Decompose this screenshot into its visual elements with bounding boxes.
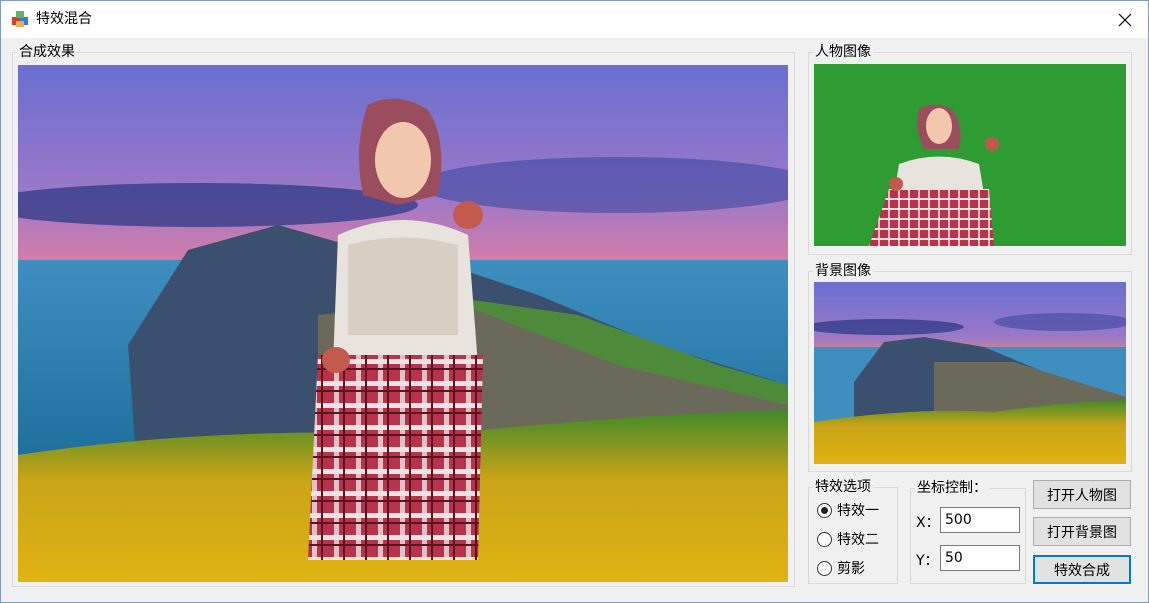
radio-effect-two[interactable]: 特效二: [817, 529, 879, 549]
x-input[interactable]: 500: [940, 507, 1020, 533]
radio-indicator-checked[interactable]: [817, 502, 832, 518]
window-title: 特效混合: [36, 11, 92, 27]
radio-label: 特效一: [837, 503, 879, 519]
y-input[interactable]: 50: [940, 545, 1020, 571]
composite-image: [18, 65, 788, 582]
radio-silhouette[interactable]: 剪影: [817, 558, 865, 578]
person-image: [814, 64, 1126, 246]
composite-group: 合成效果: [12, 43, 795, 587]
app-icon: [12, 11, 28, 27]
radio-indicator[interactable]: [817, 531, 832, 547]
x-label: X：: [916, 515, 940, 531]
radio-label: 剪影: [837, 561, 865, 577]
radio-effect-one[interactable]: 特效一: [817, 500, 879, 520]
close-icon: [1118, 13, 1132, 26]
person-label: 人物图像: [813, 43, 873, 61]
background-group: 背景图像: [808, 262, 1132, 472]
radio-label: 特效二: [837, 532, 879, 548]
radio-indicator[interactable]: [817, 560, 832, 576]
effects-group: 特效选项 特效一 特效二 剪影: [808, 478, 898, 584]
effects-label: 特效选项: [813, 478, 873, 496]
y-label: Y：: [916, 553, 939, 569]
background-label: 背景图像: [813, 262, 873, 280]
open-person-button[interactable]: 打开人物图: [1033, 480, 1131, 509]
person-group: 人物图像: [808, 43, 1132, 255]
coords-group: 坐标控制： X： 500 Y： 50: [910, 479, 1026, 584]
composite-button[interactable]: 特效合成: [1033, 555, 1131, 584]
coords-label: 坐标控制：: [915, 479, 989, 497]
open-background-button[interactable]: 打开背景图: [1033, 517, 1131, 546]
composite-label: 合成效果: [17, 43, 77, 61]
main-window: 特效混合 合成效果 人物图像 背景图像 特效选项 特效一 特效二 剪影 坐标控制…: [0, 0, 1149, 603]
close-button[interactable]: [1102, 1, 1148, 38]
background-image: [814, 282, 1126, 464]
title-bar: 特效混合: [1, 1, 1148, 38]
